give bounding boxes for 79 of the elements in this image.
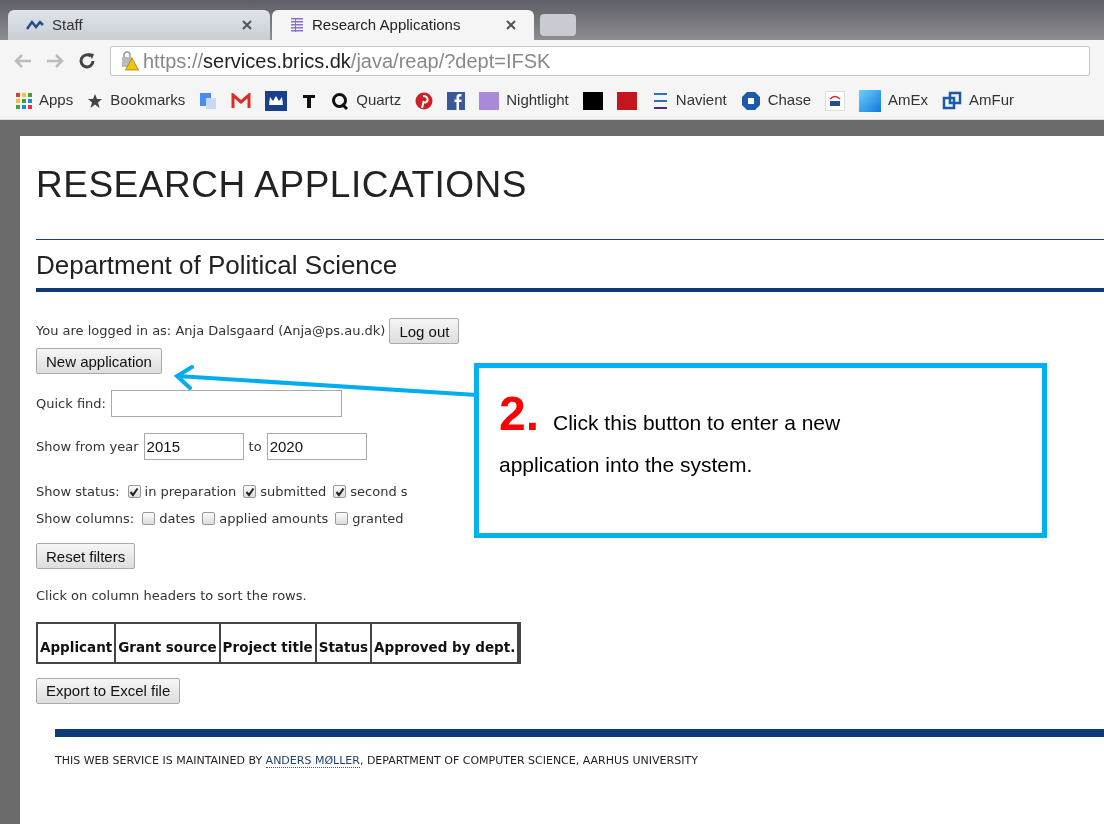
bookmark-item[interactable]: Chase <box>740 89 811 112</box>
browser-tab[interactable]: Staff <box>8 10 270 40</box>
checkbox[interactable] <box>127 485 141 499</box>
pin-icon <box>415 91 434 110</box>
checkbox[interactable] <box>243 485 257 499</box>
octagon-icon <box>740 90 761 111</box>
checkbox[interactable] <box>202 511 216 525</box>
department-heading: Department of Political Science <box>36 252 399 278</box>
crown-icon <box>265 90 288 111</box>
ring-icon <box>331 91 350 110</box>
column-header[interactable]: Project title <box>219 622 316 663</box>
checkbox-label: submitted <box>260 483 327 501</box>
checkbox[interactable] <box>335 511 349 525</box>
bookmark-item[interactable] <box>265 90 288 111</box>
check-icon <box>334 486 345 497</box>
page-title: RESEARCH APPLICATIONS <box>36 166 528 203</box>
url-text: https://services.brics.dk/java/reap/?dept=IFSK <box>143 49 551 74</box>
warning-lock-icon <box>119 51 139 71</box>
mail-icon <box>231 92 252 109</box>
square-tile-icon <box>479 91 500 110</box>
sort-hint: Click on column headers to sort the rows. <box>36 587 308 605</box>
tab-title: Staff <box>52 14 84 35</box>
square-tile-icon <box>582 91 603 110</box>
bookmark-item[interactable]: Quartz <box>331 89 402 112</box>
close-icon[interactable] <box>242 20 252 30</box>
browser-tab[interactable]: Research Applications <box>272 10 534 40</box>
check-icon <box>244 486 255 497</box>
filter-label: Show columns: <box>36 509 135 528</box>
reset-filters-button[interactable]: Reset filters <box>36 543 136 569</box>
column-header[interactable]: Grant source <box>115 622 220 663</box>
quick-find-field[interactable] <box>110 390 342 417</box>
bookmark-item[interactable]: AmEx <box>859 89 929 112</box>
year-from-field[interactable]: 2015 <box>143 433 244 460</box>
year-to-field[interactable]: 2020 <box>266 433 367 460</box>
star-icon <box>87 92 104 109</box>
tab-title: Research Applications <box>312 14 462 35</box>
column-header[interactable]: Status <box>315 622 372 663</box>
bookmark-item[interactable]: Nightlight <box>479 89 569 112</box>
arc-tile-icon <box>825 90 845 111</box>
overlapping-squares-icon <box>942 90 963 111</box>
translate-icon <box>199 91 218 110</box>
check-icon <box>129 486 140 497</box>
reload-icon[interactable] <box>78 52 96 70</box>
close-icon[interactable] <box>506 20 516 30</box>
field-label: Quick find: <box>36 394 106 413</box>
callout-text: application into the system. <box>499 451 754 478</box>
logout-button[interactable]: Log out <box>389 318 460 344</box>
wave-icon <box>26 19 44 31</box>
facebook-icon <box>447 91 466 110</box>
export-button[interactable]: Export to Excel file <box>36 677 181 704</box>
callout-text: Click this button to enter a new <box>553 410 841 436</box>
column-header[interactable]: Applicant <box>37 622 116 663</box>
checkbox-label: in preparation <box>144 483 237 501</box>
filter-label: Show status: <box>36 483 120 501</box>
bookmark-item[interactable]: Apps <box>16 89 74 112</box>
checkbox-label: dates <box>159 509 196 528</box>
field-label: to <box>248 437 262 456</box>
bookmark-item[interactable] <box>582 91 603 110</box>
checkbox[interactable] <box>333 485 347 499</box>
new-application-button[interactable]: New application <box>36 348 162 374</box>
bookmark-item[interactable]: Navient <box>650 89 727 112</box>
footer-text: THIS WEB SERVICE IS MAINTAINED BY ANDERS MØLLER, DEPARTMENT OF COMPUTER SCIENCE, AARHUS UNIVERSITY <box>55 752 699 769</box>
step-number: 2. <box>499 390 540 438</box>
author-link[interactable]: ANDERS MØLLER <box>265 753 360 768</box>
checkbox-label: second s <box>350 483 408 501</box>
address-field[interactable]: https://services.brics.dk/java/reap/?dept=IFSK <box>110 46 1090 76</box>
square-tile-icon <box>616 91 637 110</box>
bookmark-item[interactable]: AmFur <box>942 89 1015 112</box>
bookmark-item[interactable] <box>447 91 466 110</box>
checkbox-label: applied amounts <box>219 509 329 528</box>
list-icon <box>290 18 304 32</box>
field-label: Show from year <box>36 437 139 456</box>
apps-grid-icon <box>16 92 32 109</box>
gradient-tile-icon <box>859 89 881 112</box>
column-header[interactable]: Approved by dept. <box>371 622 519 663</box>
checkbox[interactable] <box>142 511 156 525</box>
checkbox-label: granted <box>352 509 404 528</box>
bookmark-item[interactable]: Bookmarks <box>87 89 186 112</box>
login-info: You are logged in as: Anja Dalsgaard (Anja@ps.au.dk) <box>36 322 386 341</box>
